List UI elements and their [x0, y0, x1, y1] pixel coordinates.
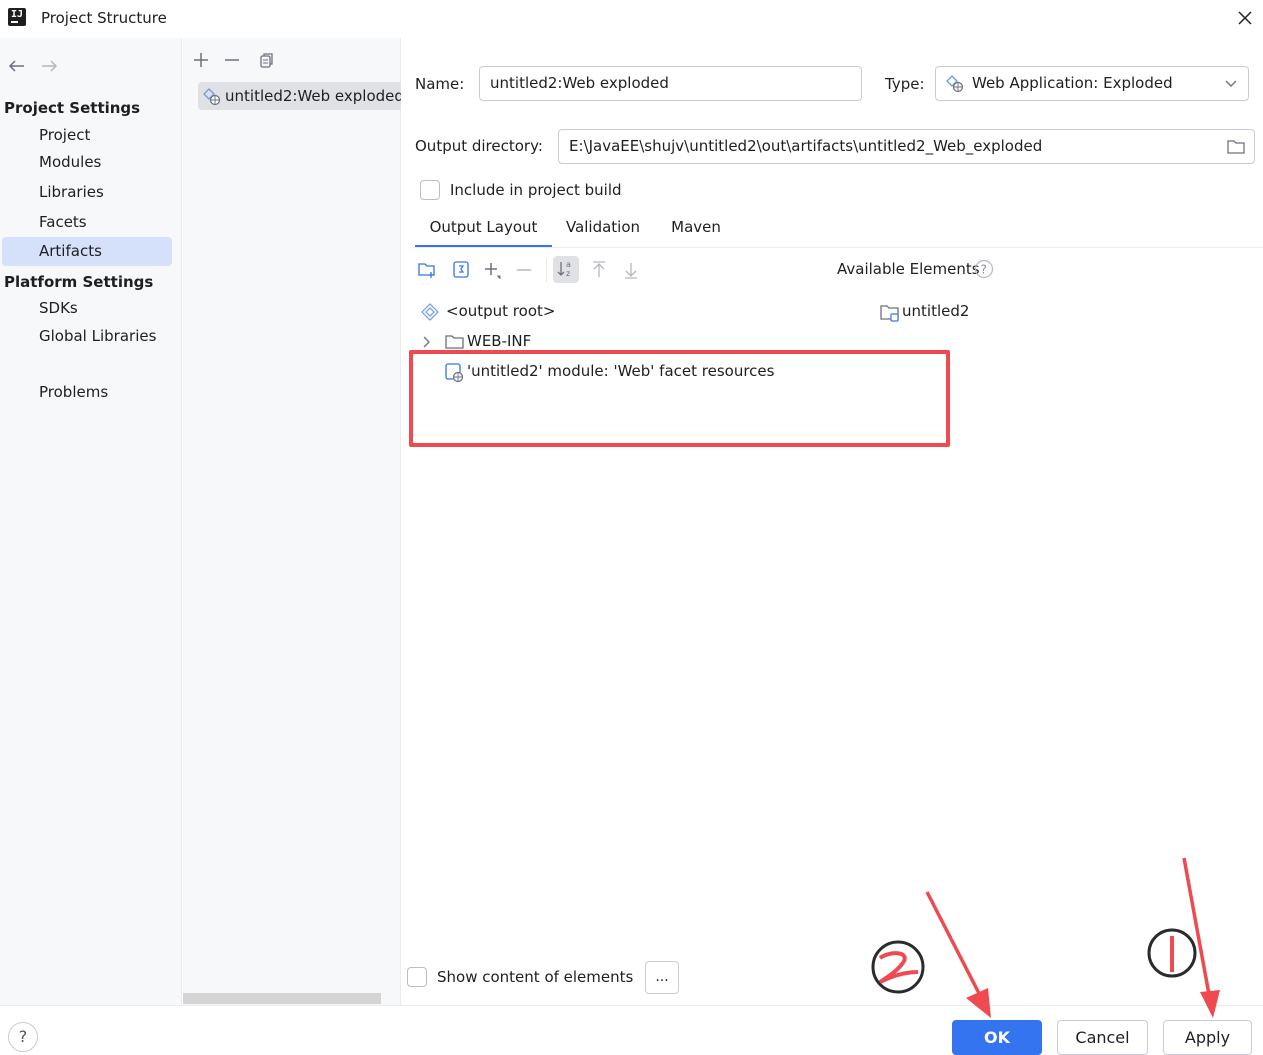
available-elements-label: Available Elements — [837, 260, 980, 278]
sidebar-item-modules[interactable]: Modules — [2, 148, 172, 177]
back-arrow-icon[interactable] — [6, 56, 28, 76]
tree-item-label: WEB-INF — [467, 332, 532, 350]
more-options-button[interactable]: ... — [645, 961, 679, 994]
sidebar-item-facets[interactable]: Facets — [2, 208, 172, 237]
type-select-value: Web Application: Exploded — [972, 74, 1173, 92]
folder-icon — [445, 335, 464, 349]
settings-sidebar: Project Settings Project Modules Librari… — [0, 38, 182, 1055]
horizontal-scrollbar[interactable] — [183, 993, 381, 1004]
include-in-build-label: Include in project build — [450, 181, 622, 199]
sidebar-item-artifacts[interactable]: Artifacts — [2, 237, 172, 266]
annotation-highlight-box — [409, 350, 950, 447]
add-copy-of-icon[interactable] — [482, 260, 502, 280]
folder-browse-icon[interactable] — [1226, 138, 1246, 156]
type-select[interactable]: Web Application: Exploded — [935, 66, 1249, 101]
close-icon[interactable] — [1233, 6, 1257, 30]
svg-text:z: z — [566, 269, 570, 278]
tab-maven[interactable]: Maven — [660, 218, 732, 248]
ok-button[interactable]: OK — [952, 1020, 1042, 1055]
sort-alphabetically-icon: a z — [557, 260, 571, 278]
available-item-label: untitled2 — [902, 302, 970, 320]
create-archive-icon[interactable] — [451, 260, 471, 280]
remove-icon[interactable] — [514, 260, 534, 280]
window-title: Project Structure — [41, 9, 167, 27]
artifact-editor: Name: untitled2:Web exploded Type: Web A… — [402, 38, 1263, 1005]
sidebar-item-sdks[interactable]: SDKs — [2, 294, 172, 323]
artifact-list-item[interactable]: untitled2:Web exploded — [198, 82, 401, 110]
move-down-icon[interactable] — [621, 260, 641, 280]
move-up-icon[interactable] — [589, 260, 609, 280]
tree-item-label: <output root> — [446, 302, 556, 320]
add-icon[interactable] — [191, 50, 211, 70]
remove-icon[interactable] — [222, 50, 242, 70]
tab-validation[interactable]: Validation — [554, 218, 652, 248]
svg-text:a: a — [566, 260, 571, 269]
sidebar-item-libraries[interactable]: Libraries — [2, 178, 172, 207]
output-directory-label: Output directory: — [415, 137, 543, 155]
include-in-build-checkbox[interactable] — [420, 180, 440, 200]
name-label: Name: — [415, 75, 465, 93]
copy-icon[interactable] — [255, 50, 275, 70]
chevron-down-icon — [1225, 80, 1237, 87]
sidebar-item-project[interactable]: Project — [2, 121, 172, 150]
intellij-idea-icon: IJ — [6, 6, 28, 28]
forward-arrow-icon[interactable] — [38, 56, 60, 76]
sidebar-item-problems[interactable]: Problems — [2, 378, 172, 407]
create-directory-icon[interactable] — [417, 260, 437, 280]
show-content-checkbox[interactable] — [407, 967, 427, 987]
sidebar-item-global-libraries[interactable]: Global Libraries — [2, 322, 172, 351]
output-directory-value: E:\JavaEE\shujv\untitled2\out\artifacts\… — [569, 137, 1043, 155]
artifacts-list-panel: untitled2:Web exploded — [183, 38, 401, 1005]
help-button[interactable]: ? — [8, 1022, 38, 1052]
web-artifact-icon — [946, 75, 964, 93]
platform-settings-header: Platform Settings — [4, 273, 154, 291]
output-directory-field[interactable]: E:\JavaEE\shujv\untitled2\out\artifacts\… — [558, 129, 1255, 164]
help-context-icon[interactable]: ? — [974, 259, 994, 279]
artifact-list-item-label: untitled2:Web exploded — [225, 87, 401, 105]
output-root-icon — [421, 303, 439, 321]
tab-output-layout[interactable]: Output Layout — [415, 218, 552, 248]
module-folder-icon — [880, 305, 899, 322]
sort-button[interactable]: a z — [553, 256, 579, 283]
web-artifact-icon — [203, 88, 221, 106]
type-label: Type: — [885, 75, 925, 93]
apply-button[interactable]: Apply — [1163, 1020, 1252, 1055]
cancel-button[interactable]: Cancel — [1057, 1020, 1148, 1055]
chevron-right-icon[interactable] — [421, 335, 433, 349]
toolbar-separator — [546, 258, 547, 282]
name-field[interactable]: untitled2:Web exploded — [479, 66, 862, 101]
tabs-divider — [414, 247, 1263, 248]
show-content-label: Show content of elements — [437, 968, 634, 986]
title-bar: IJ Project Structure — [0, 0, 1263, 38]
project-settings-header: Project Settings — [4, 99, 141, 117]
svg-text:?: ? — [981, 263, 987, 277]
